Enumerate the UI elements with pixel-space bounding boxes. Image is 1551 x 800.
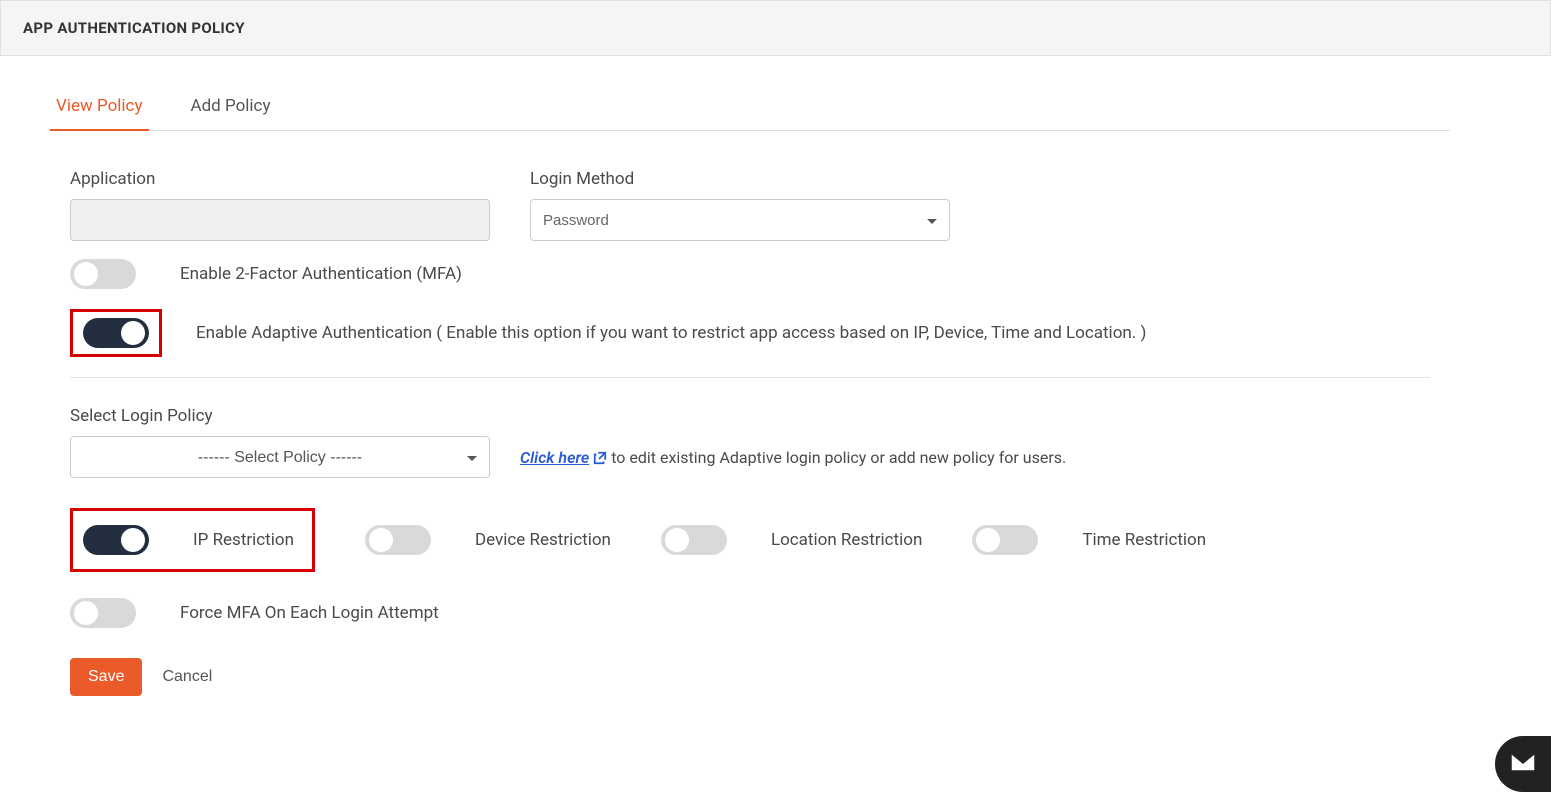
adaptive-auth-label: Enable Adaptive Authentication ( Enable …: [196, 323, 1146, 343]
external-link-icon: [593, 450, 607, 464]
time-restriction-toggle[interactable]: [972, 525, 1038, 555]
login-method-label: Login Method: [530, 169, 950, 189]
time-restriction-group: Time Restriction: [972, 525, 1206, 555]
ip-restriction-label: IP Restriction: [193, 530, 294, 550]
application-input[interactable]: [70, 199, 490, 241]
ip-restriction-toggle[interactable]: [83, 525, 149, 555]
save-button[interactable]: Save: [70, 658, 142, 696]
location-restriction-group: Location Restriction: [661, 525, 922, 555]
tab-view-policy[interactable]: View Policy: [50, 86, 149, 131]
policy-hint-text: to edit existing Adaptive login policy o…: [607, 448, 1066, 467]
click-here-link[interactable]: Click here: [520, 448, 607, 467]
force-mfa-toggle[interactable]: [70, 598, 136, 628]
application-label: Application: [70, 169, 490, 189]
page-title: APP AUTHENTICATION POLICY: [23, 19, 1528, 37]
force-mfa-label: Force MFA On Each Login Attempt: [180, 603, 439, 623]
content-area: View Policy Add Policy Application Login…: [0, 56, 1500, 736]
location-restriction-label: Location Restriction: [771, 530, 922, 550]
adaptive-auth-toggle[interactable]: [83, 318, 149, 348]
cancel-button[interactable]: Cancel: [162, 668, 212, 686]
adaptive-toggle-highlight: [70, 309, 162, 357]
page-header: APP AUTHENTICATION POLICY: [0, 0, 1551, 56]
chat-widget[interactable]: [1495, 736, 1551, 792]
select-policy-label: Select Login Policy: [70, 406, 1430, 426]
policy-hint: Click here to edit existing Adaptive log…: [520, 448, 1066, 467]
mail-icon: [1509, 751, 1537, 777]
form-area: Application Login Method Password Enable…: [50, 169, 1450, 696]
login-method-select[interactable]: Password: [530, 199, 950, 241]
login-policy-select[interactable]: ------ Select Policy ------: [70, 436, 490, 478]
device-restriction-label: Device Restriction: [475, 530, 611, 550]
device-restriction-toggle[interactable]: [365, 525, 431, 555]
divider: [70, 377, 1430, 378]
time-restriction-label: Time Restriction: [1082, 530, 1206, 550]
mfa-toggle[interactable]: [70, 259, 136, 289]
ip-restriction-group: IP Restriction: [70, 508, 315, 572]
location-restriction-toggle[interactable]: [661, 525, 727, 555]
tabs: View Policy Add Policy: [50, 86, 1450, 131]
device-restriction-group: Device Restriction: [365, 525, 611, 555]
tab-add-policy[interactable]: Add Policy: [185, 86, 277, 131]
mfa-toggle-label: Enable 2-Factor Authentication (MFA): [180, 264, 462, 284]
